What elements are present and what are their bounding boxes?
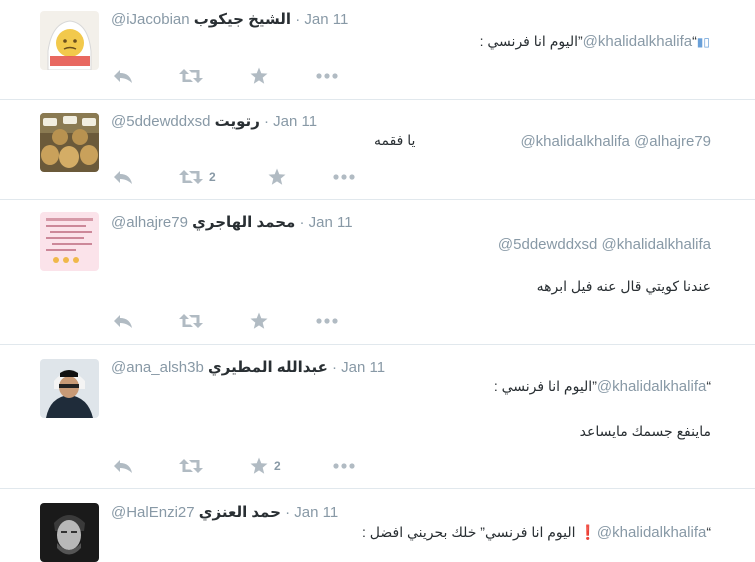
avatar[interactable] [40, 503, 99, 562]
reply-mentions[interactable]: @5ddewddxsd @khalidalkhalifa [498, 236, 711, 253]
tweet-text: : اليوم انا فرنسي”@khalidalkhalifa“▮▯ [480, 33, 710, 50]
tweet-body: ماينفع جسمك مايساعد [579, 423, 711, 439]
open-quote: “ [706, 524, 711, 540]
reply-icon [114, 460, 132, 473]
tweet-date[interactable]: Jan 11 [341, 359, 385, 376]
user-name[interactable]: محمد الهاجري [192, 214, 295, 231]
tweet: @alhajre79 محمد الهاجري · Jan 11 @5ddewd… [0, 200, 755, 345]
more-button[interactable] [316, 65, 338, 87]
favorite-button[interactable] [250, 310, 274, 332]
retweet-icon [179, 314, 203, 328]
reply-icon [114, 70, 132, 83]
user-handle[interactable]: @ana_alsh3b [111, 359, 204, 376]
user-handle[interactable]: @iJacobian [111, 11, 190, 28]
tweet-actions [0, 310, 755, 332]
more-icon [333, 174, 355, 180]
user-name[interactable]: حمد العنزي [199, 504, 281, 521]
user-name[interactable]: الشيخ جيكوب [194, 11, 291, 28]
tweet-quote: : اليوم انا فرنسي” خلك بحريني افضل ❗@kha… [362, 524, 711, 541]
reply-button[interactable] [113, 65, 133, 87]
open-quote: “ [706, 378, 711, 394]
star-icon [250, 67, 268, 84]
tweet-body: يا فقمه [374, 132, 416, 148]
emoji-icon: ▮▯ [696, 35, 710, 49]
favorite-button[interactable] [268, 166, 292, 188]
more-button[interactable] [316, 310, 338, 332]
favorite-button[interactable] [250, 65, 274, 87]
tweet-header: @alhajre79 محمد الهاجري · Jan 11 [111, 213, 353, 231]
tweet: @HalEnzi27 حمد العنزي · Jan 11 : اليوم ا… [0, 489, 755, 562]
mention-link[interactable]: @5ddewddxsd @khalidalkhalifa [498, 236, 711, 253]
tweet-date[interactable]: Jan 11 [273, 113, 317, 130]
tweet-date[interactable]: Jan 11 [304, 11, 348, 28]
tweet-date[interactable]: Jan 11 [294, 504, 338, 521]
reply-icon [114, 315, 132, 328]
retweet-button[interactable] [179, 65, 209, 87]
tweet-text: يا فقمه [374, 132, 415, 149]
tweet-header: @ana_alsh3b عبدالله المطيري · Jan 11 [111, 358, 385, 376]
tweet-header: @5ddewddxsd رتويت · Jan 11 [111, 112, 317, 130]
mention-link[interactable]: @khalidalkhalifa [597, 378, 706, 395]
retweet-button[interactable]: 2 [179, 166, 216, 188]
favorite-count: 2 [274, 459, 281, 473]
tweet-actions: 2 [0, 166, 755, 188]
quote-tail: : اليوم انا فرنسي” خلك بحريني افضل ❗ [361, 524, 597, 540]
quote-tail: : اليوم انا فرنسي” [493, 378, 597, 394]
more-icon [333, 463, 355, 469]
avatar[interactable] [40, 359, 99, 418]
user-handle[interactable]: @alhajre79 [111, 214, 188, 231]
retweet-count: 2 [209, 170, 216, 184]
retweet-icon [179, 69, 203, 83]
more-button[interactable] [333, 455, 355, 477]
tweet-header: @iJacobian الشيخ جيكوب · Jan 11 [111, 10, 348, 28]
more-icon [316, 73, 338, 79]
avatar[interactable] [40, 11, 99, 70]
retweet-button[interactable] [179, 455, 209, 477]
tweet-actions [0, 65, 755, 87]
more-button[interactable] [333, 166, 355, 188]
tweet-body: عندنا كويتي قال عنه فيل ابرهه [536, 278, 711, 294]
mention-link[interactable]: @khalidalkhalifa [597, 524, 706, 541]
separator: · [299, 214, 305, 231]
mention-link[interactable]: @khalidalkhalifa @alhajre79 [520, 133, 711, 150]
user-handle[interactable]: @5ddewddxsd [111, 113, 210, 130]
reply-button[interactable] [113, 455, 133, 477]
tweet-date[interactable]: Jan 11 [309, 214, 353, 231]
reply-icon [114, 171, 132, 184]
separator: · [332, 359, 337, 376]
favorite-button[interactable]: 2 [250, 455, 281, 477]
tweet-text: عندنا كويتي قال عنه فيل ابرهه [537, 278, 711, 295]
separator: · [285, 504, 291, 521]
tweet-text: ماينفع جسمك مايساعد [580, 423, 711, 440]
separator: · [264, 113, 269, 130]
tweet-actions: 2 [0, 455, 755, 477]
tweet-quote: : اليوم انا فرنسي”@khalidalkhalifa“ [494, 378, 711, 395]
star-icon [268, 168, 286, 185]
separator: · [295, 11, 301, 28]
reply-button[interactable] [113, 310, 133, 332]
star-icon [250, 457, 268, 474]
mention-link[interactable]: @khalidalkhalifa [583, 33, 692, 50]
retweet-icon [179, 170, 203, 184]
tweet: @iJacobian الشيخ جيكوب · Jan 11 : اليوم … [0, 0, 755, 100]
star-icon [250, 312, 268, 329]
tweet-text-tail: : اليوم انا فرنسي” [479, 33, 583, 49]
user-name[interactable]: رتويت [215, 113, 260, 130]
tweet: @5ddewddxsd رتويت · Jan 11 يا فقمه @khal… [0, 100, 755, 200]
reply-mentions[interactable]: @khalidalkhalifa @alhajre79 [520, 133, 711, 150]
tweet: @ana_alsh3b عبدالله المطيري · Jan 11 : ا… [0, 345, 755, 489]
avatar[interactable] [40, 113, 99, 172]
retweet-button[interactable] [179, 310, 209, 332]
more-icon [316, 318, 338, 324]
user-name[interactable]: عبدالله المطيري [208, 359, 328, 376]
reply-button[interactable] [113, 166, 133, 188]
retweet-icon [179, 459, 203, 473]
avatar[interactable] [40, 212, 99, 271]
user-handle[interactable]: @HalEnzi27 [111, 504, 195, 521]
tweet-header: @HalEnzi27 حمد العنزي · Jan 11 [111, 503, 338, 521]
